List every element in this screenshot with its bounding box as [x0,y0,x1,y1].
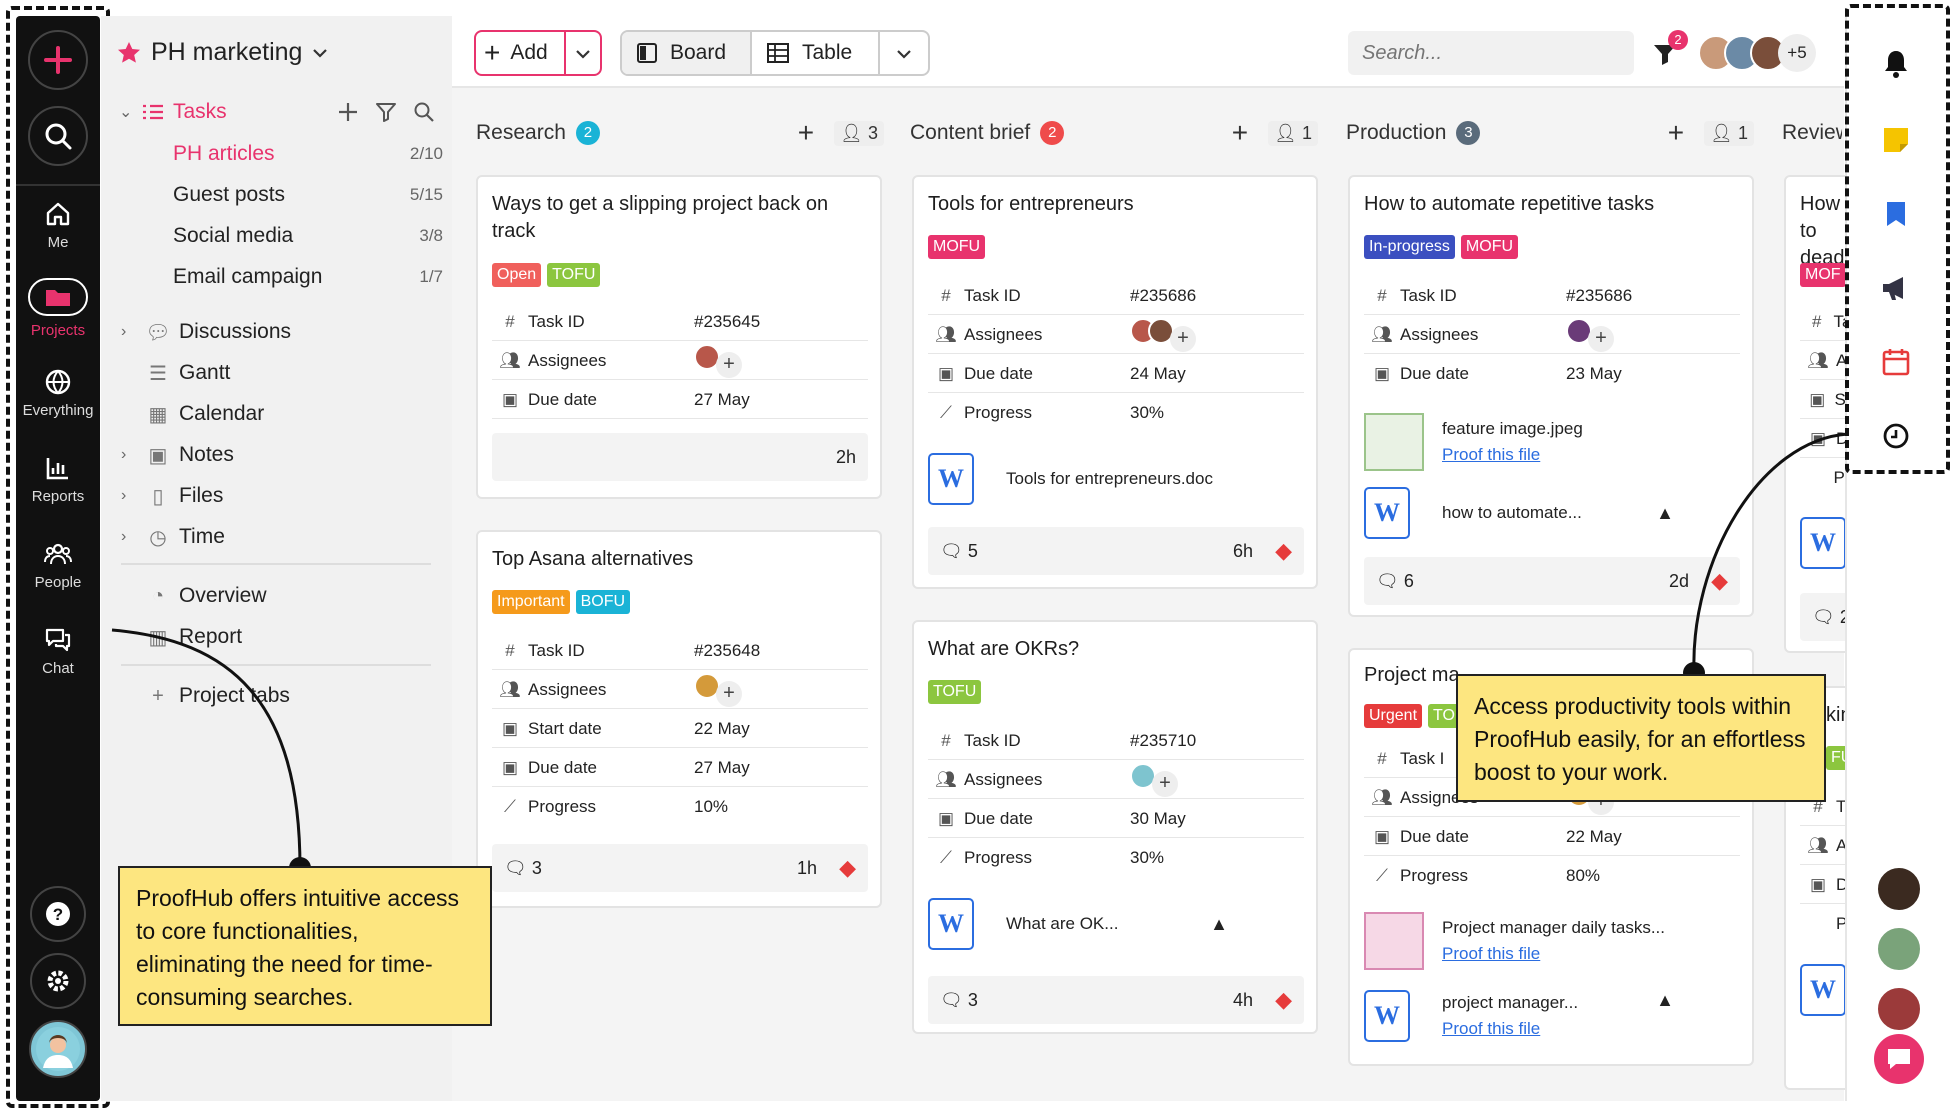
callout-right: Access productivity tools within ProofHu… [1456,674,1826,802]
callout-left: ProofHub offers intuitive access to core… [118,866,492,1026]
proofhub-board-screen: { "rail": { "me": "Me", "projects": "Pro… [0,0,1950,1110]
